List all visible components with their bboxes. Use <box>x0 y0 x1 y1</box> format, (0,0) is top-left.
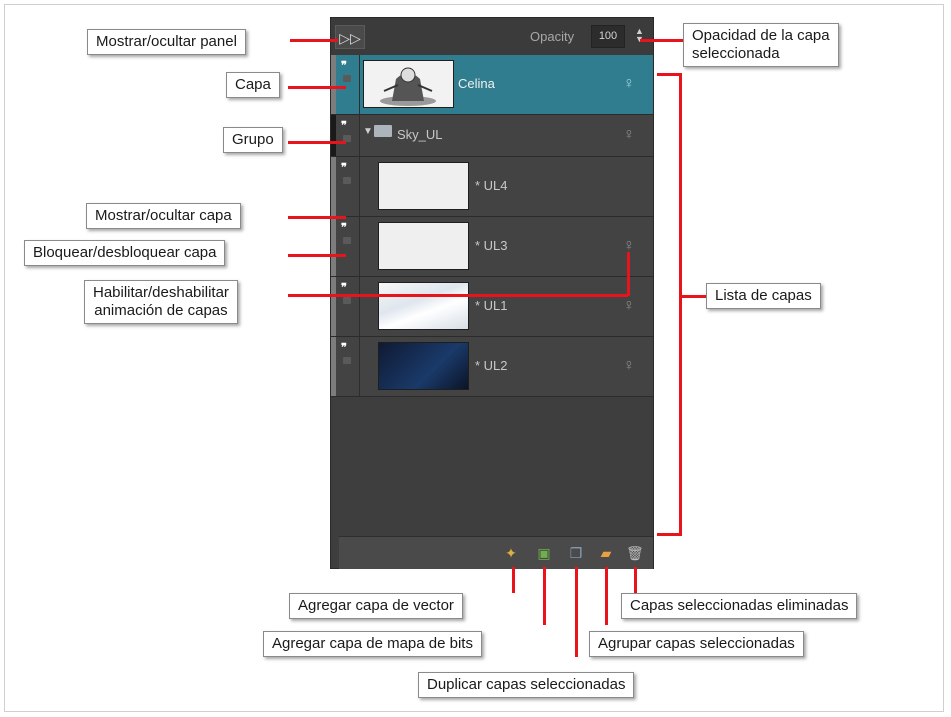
leader-line <box>679 73 682 536</box>
leader-line <box>288 141 346 144</box>
layer-name: Celina <box>458 76 495 91</box>
layer-marker <box>331 277 336 336</box>
lock-icon[interactable] <box>343 177 351 184</box>
lock-icon[interactable] <box>343 75 351 82</box>
layer-row[interactable]: ❞ * UL1 ♀ <box>331 277 653 337</box>
layer-marker <box>331 55 336 114</box>
eye-icon[interactable]: ❞ <box>341 221 347 234</box>
leader-line <box>288 216 346 219</box>
eye-icon[interactable]: ❞ <box>341 59 347 72</box>
duplicate-layers-icon[interactable]: ❐ <box>568 545 584 561</box>
eye-icon[interactable]: ❞ <box>341 281 347 294</box>
layer-row-celina[interactable]: ❞ Celina ♀ <box>331 55 653 115</box>
layer-marker <box>331 157 336 216</box>
layer-name: * UL3 <box>475 238 508 253</box>
callout-opacity: Opacidad de la capa seleccionada <box>683 23 839 67</box>
callout-add-vector: Agregar capa de vector <box>289 593 463 619</box>
delete-layers-icon[interactable]: 🗑 <box>626 545 644 561</box>
layer-thumbnail <box>363 60 454 108</box>
layer-row-group[interactable]: ❞ ▼ Sky_UL ♀ <box>331 115 653 157</box>
layer-name: * UL2 <box>475 358 508 373</box>
leader-line <box>627 252 630 296</box>
animation-icon[interactable]: ♀ <box>623 126 635 144</box>
layer-marker <box>331 337 336 396</box>
layer-controls: ❞ <box>331 217 360 276</box>
character-thumbnail-art <box>380 67 436 106</box>
expand-arrow-icon[interactable]: ▼ <box>363 126 373 137</box>
layer-marker <box>331 115 336 156</box>
leader-line <box>288 86 346 89</box>
leader-line <box>575 567 578 657</box>
leader-line <box>512 567 515 593</box>
eye-icon[interactable]: ❞ <box>341 119 347 132</box>
callout-animation-line2: animación de capas <box>94 302 228 319</box>
animation-icon[interactable]: ♀ <box>623 75 635 93</box>
leader-line <box>290 39 338 42</box>
callout-group-selected: Agrupar capas seleccionadas <box>589 631 804 657</box>
lock-icon[interactable] <box>343 357 351 364</box>
animation-icon[interactable]: ♀ <box>623 357 635 375</box>
callout-toggle-panel: Mostrar/ocultar panel <box>87 29 246 55</box>
add-vector-layer-icon[interactable]: ✦ <box>503 545 519 561</box>
lock-icon[interactable] <box>343 237 351 244</box>
group-layers-icon[interactable]: ▰ <box>598 545 614 561</box>
opacity-field[interactable]: 100 <box>591 25 625 48</box>
lock-icon[interactable] <box>343 297 351 304</box>
layer-controls: ❞ <box>331 55 360 114</box>
leader-line <box>288 294 628 297</box>
layer-controls: ❞ <box>331 337 360 396</box>
double-chevron-right-icon[interactable]: ▷▷ <box>335 25 365 49</box>
leader-line <box>657 533 682 536</box>
eye-icon[interactable]: ❞ <box>341 341 347 354</box>
layer-thumbnail <box>378 162 469 210</box>
animation-icon[interactable]: ♀ <box>623 297 635 315</box>
callout-layer-list: Lista de capas <box>706 283 821 309</box>
callout-animation-line1: Habilitar/deshabilitar <box>93 284 229 301</box>
callout-lock-layer: Bloquear/desbloquear capa <box>24 240 226 266</box>
layer-marker <box>331 217 336 276</box>
layer-controls: ❞ <box>331 157 360 216</box>
layer-thumbnail <box>378 222 469 270</box>
eye-icon[interactable]: ❞ <box>341 161 347 174</box>
callout-group: Grupo <box>223 127 283 153</box>
leader-line <box>605 567 608 625</box>
panel-toolbar: ▷▷ Opacity 100 ▲▼ <box>331 18 653 55</box>
leader-line <box>288 254 346 257</box>
layer-name: Sky_UL <box>397 127 443 142</box>
layer-name: * UL4 <box>475 178 508 193</box>
layer-thumbnail <box>378 342 469 390</box>
callout-delete-selected: Capas seleccionadas eliminadas <box>621 593 858 619</box>
layer-name: * UL1 <box>475 298 508 313</box>
leader-line <box>543 567 546 625</box>
layers-panel: ▷▷ Opacity 100 ▲▼ ❞ Celina ♀ ❞ ▼ <box>330 17 654 569</box>
leader-line <box>640 39 684 42</box>
layer-row[interactable]: ❞ * UL4 <box>331 157 653 217</box>
callout-opacity-line1: Opacidad de la capa <box>692 27 830 44</box>
leader-line <box>679 295 707 298</box>
callout-animation: Habilitar/deshabilitar animación de capa… <box>84 280 238 324</box>
add-bitmap-layer-icon[interactable]: ▣ <box>536 545 552 561</box>
leader-line <box>657 73 681 76</box>
folder-icon <box>374 125 392 137</box>
opacity-label: Opacity <box>530 29 575 44</box>
layer-actions-bar: ✦ ▣ ❐ ▰ 🗑 <box>339 536 653 569</box>
layer-controls: ❞ <box>331 277 360 336</box>
layer-row[interactable]: ❞ * UL3 ♀ <box>331 217 653 277</box>
layer-row[interactable]: ❞ * UL2 ♀ <box>331 337 653 397</box>
callout-duplicate: Duplicar capas seleccionadas <box>418 672 635 698</box>
layer-thumbnail <box>378 282 469 330</box>
callout-show-hide-layer: Mostrar/ocultar capa <box>86 203 241 229</box>
callout-opacity-line2: seleccionada <box>692 45 780 62</box>
leader-line <box>634 567 637 593</box>
callout-add-bitmap: Agregar capa de mapa de bits <box>263 631 482 657</box>
callout-layer: Capa <box>226 72 280 98</box>
layer-controls: ❞ <box>331 115 360 156</box>
